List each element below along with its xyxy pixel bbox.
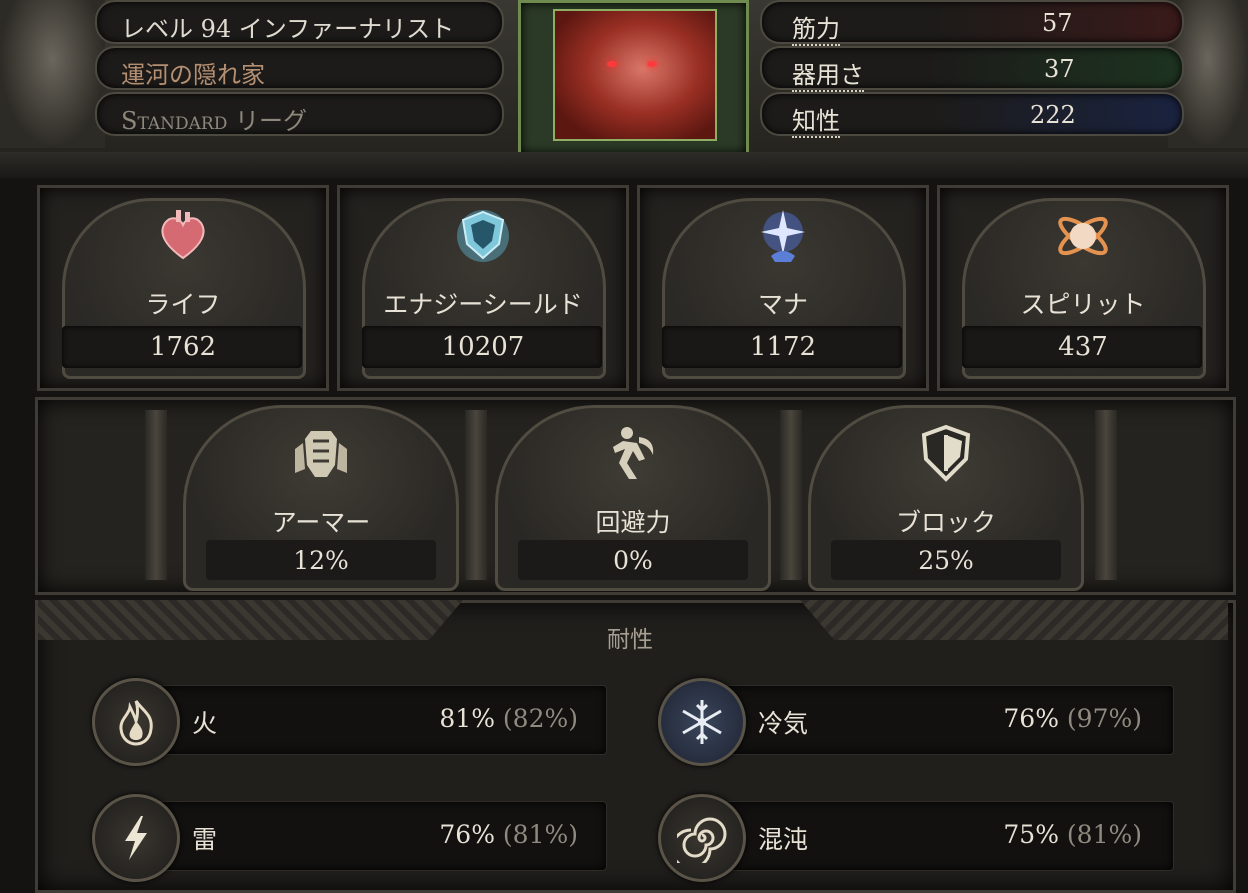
ornament-right <box>800 600 1228 640</box>
block-shield-icon <box>921 424 971 482</box>
ornament-left <box>38 600 463 640</box>
stat-value: 1172 <box>749 332 817 362</box>
attribute-value: 37 <box>1044 55 1075 83</box>
character-portrait-frame[interactable] <box>518 0 749 156</box>
defence-label: 回避力 <box>595 508 671 537</box>
attribute-row-int[interactable]: 知性 222 <box>760 92 1184 138</box>
stat-label: スピリット <box>1020 290 1146 319</box>
fire-icon <box>119 700 153 746</box>
resistance-icon-frame <box>658 794 746 882</box>
resistance-icon-frame <box>92 678 180 766</box>
attribute-row-dex[interactable]: 器用さ 37 <box>760 46 1184 92</box>
stat-box-energy-shield[interactable]: エナジーシールド 10207 <box>337 185 629 391</box>
stat-label: ライフ <box>145 290 221 319</box>
resistance-current: 81% <box>439 704 495 733</box>
pillar <box>145 410 167 580</box>
avatar <box>553 9 717 141</box>
mana-icon <box>761 210 805 262</box>
attribute-label: 筋力 <box>792 9 840 46</box>
snowflake-icon <box>682 700 722 744</box>
chaos-spiral-icon <box>677 817 727 863</box>
level-class-text: レベル 94 インファーナリスト <box>121 15 455 43</box>
defence-evasion[interactable]: 回避力 0% <box>495 405 771 591</box>
attribute-value: 57 <box>1042 9 1073 37</box>
character-name-row: 運河の隠れ家 <box>95 46 504 90</box>
heart-icon <box>161 210 205 260</box>
stat-value: 1762 <box>149 332 217 362</box>
resistance-value: 75% (81%) <box>972 820 1142 849</box>
defence-value: 12% <box>293 546 349 575</box>
resistance-label: 混沌 <box>758 825 809 854</box>
league-text: Standard リーグ <box>121 107 307 135</box>
attribute-label: 知性 <box>792 101 840 138</box>
resistance-label: 火 <box>192 709 218 738</box>
defence-armour[interactable]: アーマー 12% <box>183 405 459 591</box>
attribute-row-str[interactable]: 筋力 57 <box>760 0 1184 46</box>
stat-label: エナジーシールド <box>383 290 583 319</box>
shield-icon <box>457 210 509 262</box>
level-class-row: レベル 94 インファーナリスト <box>95 0 504 44</box>
defence-label: ブロック <box>895 508 996 537</box>
resistance-label: 冷気 <box>758 709 809 738</box>
stat-box-mana[interactable]: マナ 1172 <box>637 185 929 391</box>
defence-block[interactable]: ブロック 25% <box>808 405 1084 591</box>
stat-label: マナ <box>757 290 808 319</box>
spirit-orb-icon <box>1058 216 1108 256</box>
attribute-label: 器用さ <box>792 55 864 92</box>
divider <box>0 152 1248 178</box>
pillar <box>780 410 802 580</box>
evasion-icon <box>613 427 654 479</box>
league-row: Standard リーグ <box>95 92 504 136</box>
resistance-max: (81%) <box>1066 820 1142 849</box>
attribute-value: 222 <box>1030 101 1076 129</box>
resistance-icon-frame <box>92 794 180 882</box>
pillar <box>1095 410 1117 580</box>
resistance-max: (82%) <box>502 704 578 733</box>
lightning-icon <box>125 816 147 860</box>
resistance-max: (97%) <box>1066 704 1142 733</box>
left-statue <box>0 0 105 148</box>
resistance-current: 76% <box>439 820 495 849</box>
defence-value: 0% <box>613 546 653 575</box>
resistance-current: 76% <box>1003 704 1059 733</box>
pillar <box>465 410 487 580</box>
resistance-max: (81%) <box>502 820 578 849</box>
defence-value: 25% <box>918 546 974 575</box>
resistance-title: 耐性 <box>607 627 653 653</box>
stat-value: 437 <box>1058 332 1108 362</box>
resistance-value: 81% (82%) <box>408 704 578 733</box>
defence-label: アーマー <box>271 508 371 537</box>
stat-box-spirit[interactable]: スピリット 437 <box>937 185 1229 391</box>
resistance-value: 76% (81%) <box>408 820 578 849</box>
stat-box-life[interactable]: ライフ 1762 <box>37 185 329 391</box>
resistance-label: 雷 <box>192 825 218 854</box>
stat-value: 10207 <box>441 332 525 362</box>
eye-left <box>607 61 617 67</box>
resistance-value: 76% (97%) <box>972 704 1142 733</box>
armour-icon <box>295 431 347 477</box>
resistance-icon-frame <box>658 678 746 766</box>
resistance-current: 75% <box>1003 820 1059 849</box>
character-name: 運河の隠れ家 <box>121 61 265 89</box>
eye-right <box>647 61 657 67</box>
